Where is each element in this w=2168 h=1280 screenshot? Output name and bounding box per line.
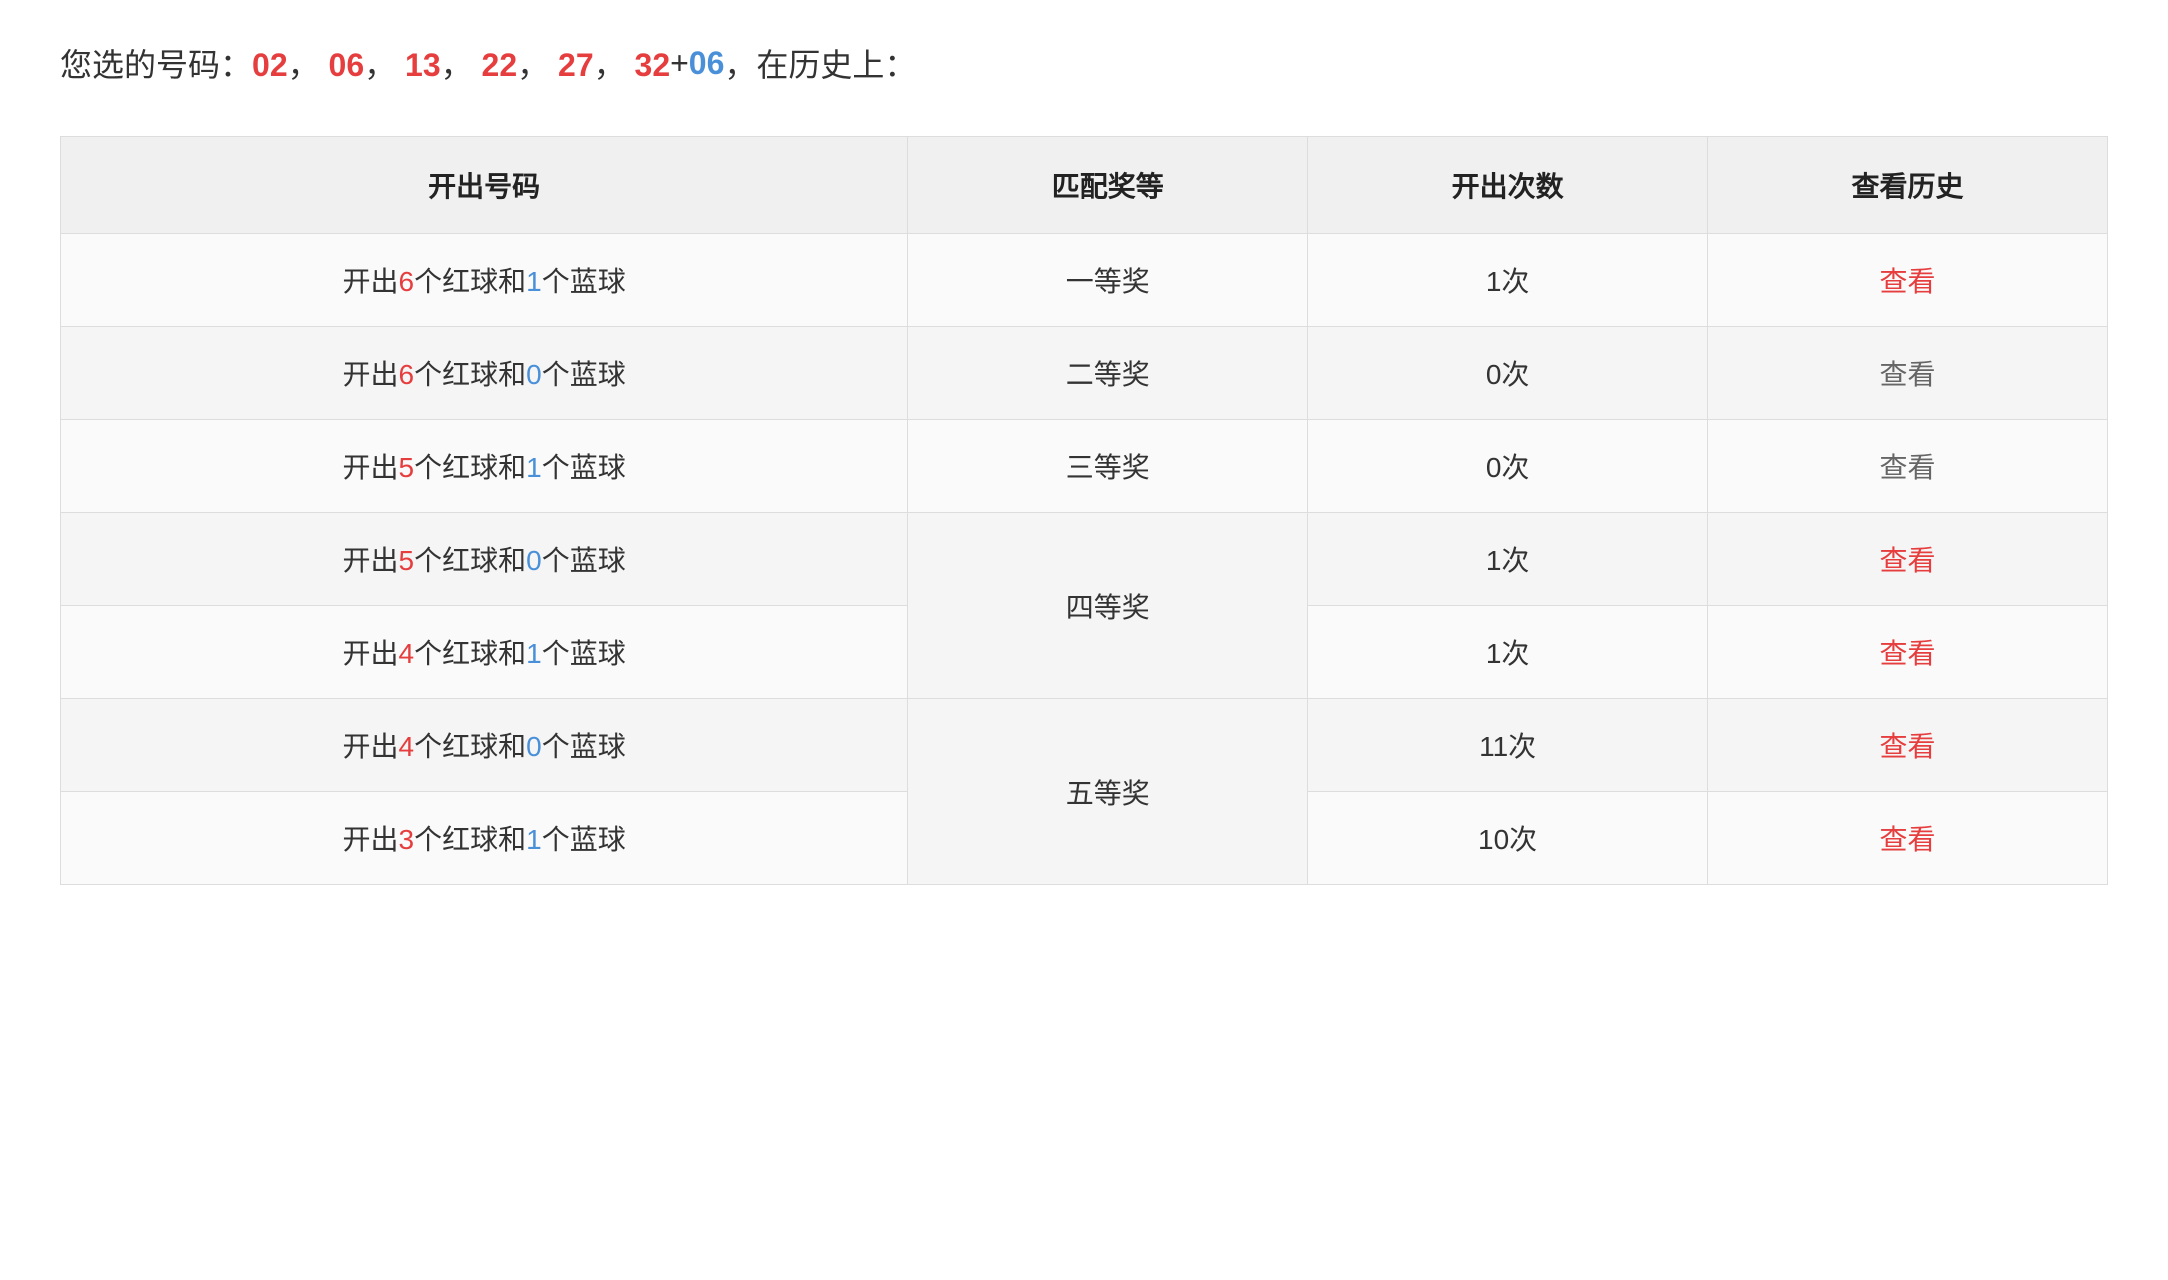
table-header-row: 开出号码 匹配奖等 开出次数 查看历史: [61, 137, 2108, 234]
cell-description: 开出3个红球和1个蓝球: [61, 792, 908, 885]
cell-view-link[interactable]: 查看: [1708, 699, 2108, 792]
cell-view-link[interactable]: 查看: [1708, 234, 2108, 327]
cell-times: 1次: [1308, 513, 1708, 606]
cell-description: 开出4个红球和1个蓝球: [61, 606, 908, 699]
cell-description: 开出6个红球和1个蓝球: [61, 234, 908, 327]
number-blue: 06: [689, 45, 725, 82]
col-header-history: 查看历史: [1708, 137, 2108, 234]
cell-view-link[interactable]: 查看: [1708, 513, 2108, 606]
cell-description: 开出6个红球和0个蓝球: [61, 327, 908, 420]
table-row: 开出5个红球和1个蓝球三等奖0次查看: [61, 420, 2108, 513]
cell-times: 1次: [1308, 234, 1708, 327]
cell-prize: 五等奖: [908, 699, 1308, 885]
table-row: 开出5个红球和0个蓝球四等奖1次查看: [61, 513, 2108, 606]
cell-prize: 四等奖: [908, 513, 1308, 699]
table-row: 开出6个红球和1个蓝球一等奖1次查看: [61, 234, 2108, 327]
numbers-red: 02， 06， 13， 22， 27， 32: [252, 40, 670, 86]
cell-view-link[interactable]: 查看: [1708, 420, 2108, 513]
cell-description: 开出5个红球和1个蓝球: [61, 420, 908, 513]
col-header-prize: 匹配奖等: [908, 137, 1308, 234]
cell-description: 开出5个红球和0个蓝球: [61, 513, 908, 606]
result-table: 开出号码 匹配奖等 开出次数 查看历史 开出6个红球和1个蓝球一等奖1次查看开出…: [60, 136, 2108, 885]
cell-times: 0次: [1308, 420, 1708, 513]
header-prefix: 您选的号码：: [60, 40, 252, 86]
cell-prize: 三等奖: [908, 420, 1308, 513]
cell-prize: 一等奖: [908, 234, 1308, 327]
cell-view-link[interactable]: 查看: [1708, 606, 2108, 699]
header-plus: +: [670, 45, 689, 82]
header: 您选的号码： 02， 06， 13， 22， 27， 32 + 06 ，在历史上…: [60, 40, 2108, 86]
cell-times: 10次: [1308, 792, 1708, 885]
header-suffix: ，在历史上：: [724, 40, 916, 86]
col-header-balls: 开出号码: [61, 137, 908, 234]
cell-prize: 二等奖: [908, 327, 1308, 420]
cell-view-link[interactable]: 查看: [1708, 327, 2108, 420]
cell-times: 11次: [1308, 699, 1708, 792]
col-header-times: 开出次数: [1308, 137, 1708, 234]
cell-times: 0次: [1308, 327, 1708, 420]
cell-view-link[interactable]: 查看: [1708, 792, 2108, 885]
cell-description: 开出4个红球和0个蓝球: [61, 699, 908, 792]
table-row: 开出4个红球和0个蓝球五等奖11次查看: [61, 699, 2108, 792]
table-row: 开出6个红球和0个蓝球二等奖0次查看: [61, 327, 2108, 420]
cell-times: 1次: [1308, 606, 1708, 699]
